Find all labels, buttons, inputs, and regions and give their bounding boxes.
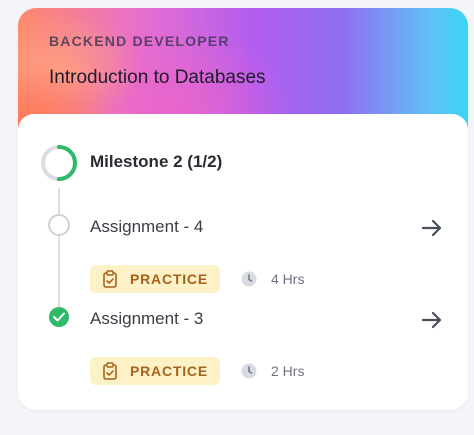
practice-badge: PRACTICE [90,265,220,293]
course-track: BACKEND DEVELOPER [49,33,230,49]
check-circle-icon [49,307,69,327]
step-status-not-started [48,214,70,236]
milestone-progress-ring [41,145,77,181]
step-duration: 4 Hrs [271,271,305,287]
course-card: BACKEND DEVELOPER Introduction to Databa… [18,8,468,410]
practice-badge: PRACTICE [90,357,220,385]
step-duration: 2 Hrs [271,363,305,379]
badge-label: PRACTICE [130,271,208,287]
badge-label: PRACTICE [130,363,208,379]
clipboard-check-icon [103,270,117,288]
timeline-line [58,188,60,323]
step-title[interactable]: Assignment - 4 [90,217,203,237]
step-title[interactable]: Assignment - 3 [90,309,203,329]
course-title: Introduction to Databases [49,67,266,88]
arrow-right-icon[interactable] [421,309,443,331]
clock-icon [241,363,257,379]
clipboard-check-icon [103,362,117,380]
clock-icon [241,271,257,287]
arrow-right-icon[interactable] [421,217,443,239]
milestone-title: Milestone 2 (1/2) [90,152,223,171]
